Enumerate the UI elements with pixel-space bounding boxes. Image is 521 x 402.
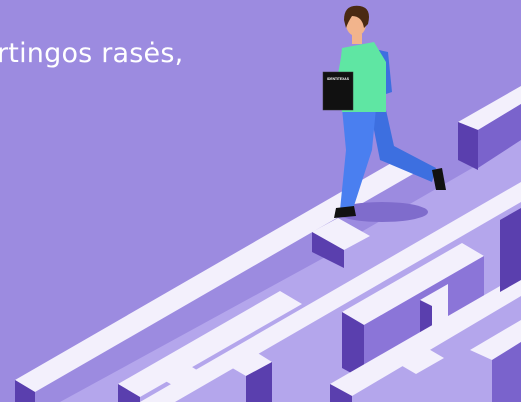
book-cover-label: IDENTITEXAS [327, 77, 350, 81]
banner-headline: rtingos rasės, [0, 38, 184, 69]
hero-banner: IDENTITEXAS rtingos rasės, [0, 0, 521, 402]
book-icon: IDENTITEXAS [322, 71, 354, 111]
